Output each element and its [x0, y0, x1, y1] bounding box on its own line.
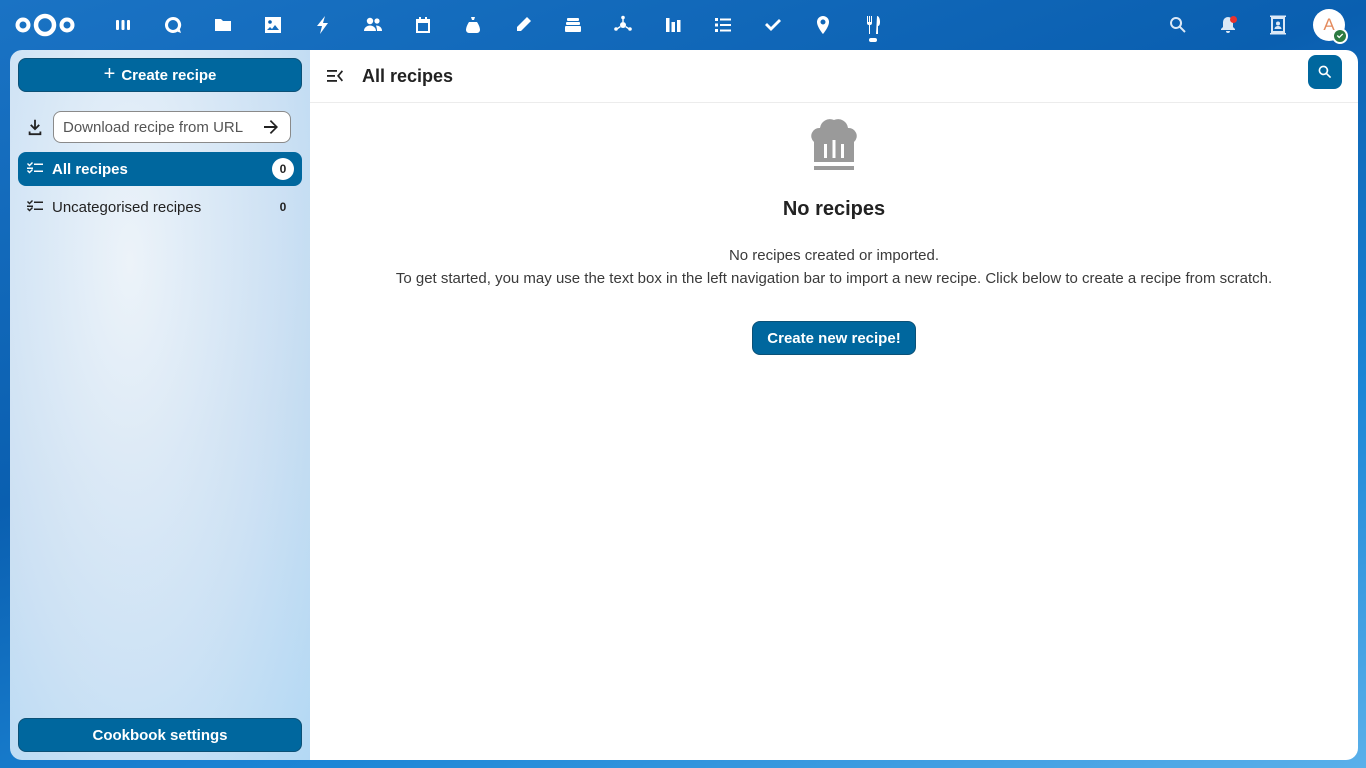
search-icon [1170, 16, 1186, 33]
arrow-right-icon [264, 120, 278, 134]
list-icon [715, 18, 731, 32]
app-talk[interactable] [148, 0, 198, 50]
content-header: All recipes [310, 50, 1358, 103]
app-notes[interactable] [498, 0, 548, 50]
page-title: All recipes [362, 65, 454, 86]
plus-icon: + [103, 63, 116, 85]
app-tasks[interactable] [698, 0, 748, 50]
create-recipe-label: Create recipe [121, 66, 217, 84]
contacts-book-icon [1270, 15, 1286, 35]
app-checklist[interactable] [748, 0, 798, 50]
app-content: All recipes No recipes No recipes create… [310, 50, 1358, 760]
create-new-recipe-button[interactable]: Create new recipe! [752, 321, 916, 355]
nav-item-uncategorised-recipes[interactable]: Uncategorised recipes 0 [18, 190, 302, 224]
map-pin-icon [817, 16, 829, 34]
recipe-count-badge: 0 [279, 200, 287, 214]
cookbook-settings-label: Cookbook settings [92, 726, 228, 744]
notifications-button[interactable] [1203, 0, 1253, 50]
chef-hat-icon [811, 119, 857, 170]
nav-item-all-recipes[interactable]: All recipes 0 [18, 152, 302, 186]
app-calendar[interactable] [398, 0, 448, 50]
app-cospend[interactable] [448, 0, 498, 50]
checkmark-icon [1336, 33, 1344, 39]
contacts-icon [364, 17, 382, 31]
calendar-icon [416, 17, 430, 33]
empty-description-line-2: To get started, you may use the text box… [395, 270, 1273, 287]
empty-description-line-1: No recipes created or imported. [728, 247, 940, 264]
app-circles[interactable] [598, 0, 648, 50]
dashboard-icon [116, 20, 130, 30]
pencil-icon [517, 17, 531, 31]
download-recipe-row [18, 111, 302, 143]
download-url-field [53, 111, 291, 143]
deck-icon [565, 18, 581, 32]
download-icon [18, 111, 52, 143]
app-deck[interactable] [548, 0, 598, 50]
check-icon [765, 19, 781, 31]
cutlery-icon [867, 16, 880, 34]
app-navigation: + Create recipe All recipes 0 Uncategori… [10, 50, 310, 760]
app-contacts[interactable] [348, 0, 398, 50]
app-cookbook[interactable] [848, 0, 898, 50]
nav-item-label: Uncategorised recipes [52, 198, 202, 216]
recipe-count-badge: 0 [272, 158, 294, 180]
contacts-menu-button[interactable] [1253, 0, 1303, 50]
submit-url-button[interactable] [259, 119, 283, 135]
image-icon [265, 17, 281, 33]
nav-item-label: All recipes [52, 160, 128, 178]
lightning-icon [317, 16, 328, 34]
app-maps[interactable] [798, 0, 848, 50]
app-files[interactable] [198, 0, 248, 50]
online-status-badge [1332, 28, 1348, 44]
money-bag-icon [466, 17, 480, 33]
checklist-icon [18, 160, 52, 178]
unified-search-button[interactable] [1153, 0, 1203, 50]
toggle-navigation-button[interactable] [310, 51, 360, 101]
cookbook-settings-button[interactable]: Cookbook settings [18, 718, 302, 752]
menu-collapse-icon [327, 70, 343, 82]
search-recipes-button[interactable] [1308, 55, 1342, 89]
create-recipe-button[interactable]: + Create recipe [18, 58, 302, 92]
header-right: A [1153, 0, 1366, 50]
empty-content: No recipes No recipes created or importe… [310, 102, 1358, 355]
user-avatar[interactable]: A [1313, 9, 1348, 44]
checklist-icon [18, 198, 52, 216]
app-dashboard[interactable] [98, 0, 148, 50]
folder-icon [215, 19, 231, 31]
app-activity[interactable] [298, 0, 348, 50]
app-menu [98, 0, 898, 50]
create-new-recipe-label: Create new recipe! [767, 329, 901, 347]
search-icon [1318, 65, 1332, 79]
nextcloud-logo[interactable] [14, 12, 76, 38]
app-analytics[interactable] [648, 0, 698, 50]
download-url-input[interactable] [63, 118, 259, 136]
app-photos[interactable] [248, 0, 298, 50]
empty-title: No recipes [782, 198, 886, 220]
talk-icon [164, 16, 182, 33]
bar-chart-icon [666, 18, 681, 32]
notification-indicator [1230, 16, 1237, 23]
top-header: A [0, 0, 1366, 50]
circles-icon [614, 15, 632, 31]
